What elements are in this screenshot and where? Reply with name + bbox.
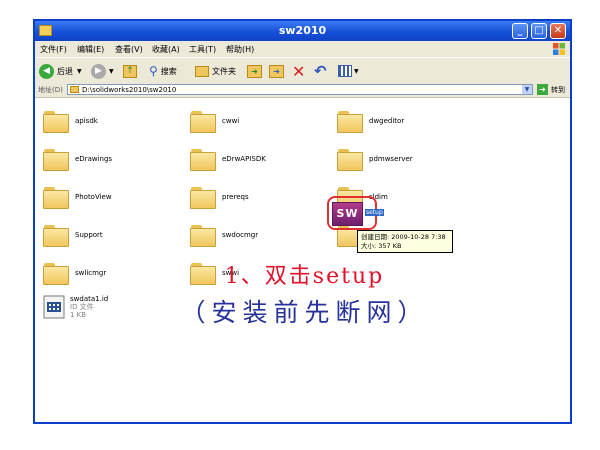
views-button[interactable]: ▼ [338,63,359,79]
window-title: sw2010 [278,24,327,37]
address-input[interactable]: D:\solidworks2010\sw2010 ▼ [67,84,533,95]
folder-icon [190,185,216,209]
maximize-button[interactable]: □ [531,23,547,39]
tooltip-size: 大小: 357 KB [361,242,402,250]
folder-label: Support [75,231,103,239]
folder-icon [337,147,363,171]
delete-icon: ✕ [292,61,306,81]
folder-icon [43,185,69,209]
address-path: D:\solidworks2010\sw2010 [82,86,177,94]
folder-label: cwwi [222,117,240,125]
move-to-icon: ➜ [247,64,262,78]
folder-icon [337,109,363,133]
title-bar[interactable]: sw2010 _ □ ✕ [35,21,570,41]
folder-item[interactable]: dwgeditor [337,109,404,133]
chevron-down-icon: ▼ [109,67,114,75]
folder-item[interactable]: pdmwserver [337,147,413,171]
copy-to-button[interactable]: ➜ [269,63,284,79]
explorer-window: sw2010 _ □ ✕ 文件(F) 编辑(E) 查看(V) 收藏(A) 工具(… [33,19,572,424]
up-folder-button[interactable]: ↑ [123,63,137,79]
go-arrow-icon: ➜ [537,84,548,95]
go-button[interactable]: ➜ 转到 [537,84,565,95]
folder-icon [43,223,69,247]
folder-item[interactable]: PhotoView [43,185,112,209]
instruction-caption: 1、双击setup [224,264,385,289]
menu-favorites[interactable]: 收藏(A) [152,44,180,55]
move-to-button[interactable]: ➜ [247,63,262,79]
back-arrow-icon: ◀ [39,63,54,79]
folder-label: PhotoView [75,193,112,201]
minimize-button[interactable]: _ [512,23,528,39]
menu-edit[interactable]: 编辑(E) [77,44,104,55]
back-label: 后退 [57,66,73,76]
folders-button[interactable]: 文件夹 [195,63,236,79]
solidworks-icon[interactable]: SW [332,202,363,226]
forward-button[interactable]: ▶ ▼ [91,63,114,79]
folder-icon [43,109,69,133]
menu-tools[interactable]: 工具(T) [189,44,216,55]
folder-item[interactable]: cwwi [190,109,239,133]
search-button[interactable]: ⚲ 搜索 [149,63,177,79]
address-dropdown-icon[interactable]: ▼ [522,85,532,94]
search-icon: ⚲ [149,64,158,78]
folder-icon [190,109,216,133]
setup-label[interactable]: setup [365,209,384,216]
menu-file[interactable]: 文件(F) [40,44,67,55]
tooltip-created: 创建日期: 2009-10-28 7:38 [361,233,446,241]
folder-item[interactable]: eDrwAPISDK [190,147,266,171]
folder-label: pdmwserver [369,155,413,163]
folder-icon [195,65,209,77]
folder-item[interactable]: prereqs [190,185,249,209]
folder-icon [190,147,216,171]
folder-label: eDrwAPISDK [222,155,266,163]
folder-icon [190,223,216,247]
search-label: 搜索 [160,66,177,76]
undo-button[interactable]: ↶ [314,62,327,80]
folder-icon [70,86,79,93]
windows-logo-icon [553,43,565,55]
folder-label: apisdk [75,117,98,125]
folders-label: 文件夹 [212,66,236,76]
chevron-down-icon: ▼ [354,67,359,75]
folder-label: prereqs [222,193,249,201]
up-folder-icon: ↑ [123,64,137,78]
folder-label: eDrawings [75,155,113,163]
folder-item[interactable]: swdocmgr [190,223,258,247]
folder-item[interactable]: Support [43,223,103,247]
go-label: 转到 [551,85,565,94]
toolbar: ◀ 后退 ▼ ▶ ▼ ↑ ⚲ 搜索 文件夹 ➜ ➜ ✕ ↶ ▼ [35,57,570,85]
file-tooltip: 创建日期: 2009-10-28 7:38 大小: 357 KB [357,230,453,253]
menu-bar: 文件(F) 编辑(E) 查看(V) 收藏(A) 工具(T) 帮助(H) [35,41,570,57]
undo-icon: ↶ [314,62,327,80]
address-bar: 地址(D) D:\solidworks2010\sw2010 ▼ ➜ 转到 [35,83,570,98]
folder-icon [43,147,69,171]
forward-arrow-icon: ▶ [91,63,106,79]
copy-to-icon: ➜ [269,64,284,78]
instruction-note: （安装前先断网） [180,298,429,327]
chevron-down-icon: ▼ [77,67,82,75]
back-button[interactable]: ◀ 后退 ▼ [39,63,82,79]
folder-item[interactable]: apisdk [43,109,98,133]
delete-button[interactable]: ✕ [292,61,306,81]
folder-item[interactable]: eDrawings [43,147,112,171]
folder-label: dwgeditor [369,117,405,125]
close-button[interactable]: ✕ [550,23,566,39]
views-icon [338,65,352,77]
folder-label: swdocmgr [222,231,259,239]
setup-highlight[interactable]: SW setup [327,196,384,230]
menu-view[interactable]: 查看(V) [115,44,143,55]
menu-help[interactable]: 帮助(H) [226,44,254,55]
address-label: 地址(D) [38,86,63,94]
